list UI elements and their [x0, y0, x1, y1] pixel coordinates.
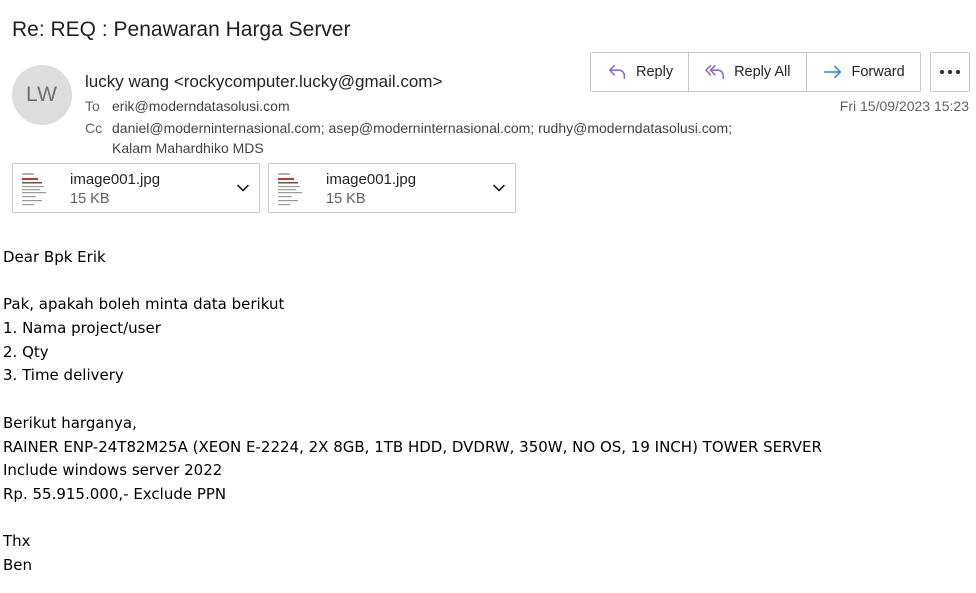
reply-icon [608, 64, 626, 80]
body-line: Thx [3, 532, 31, 551]
attachment-card[interactable]: image001.jpg 15 KB [268, 163, 516, 213]
body-line: 3. Time delivery [3, 366, 124, 385]
body-line: Rp. 55.915.000,- Exclude PPN [3, 484, 227, 503]
more-actions-button[interactable] [930, 52, 970, 92]
body-line: 2. Qty [3, 342, 49, 361]
chevron-down-icon[interactable] [492, 181, 506, 195]
chevron-down-icon[interactable] [236, 181, 250, 195]
sender-avatar[interactable]: LW [12, 65, 72, 125]
attachment-size: 15 KB [70, 191, 110, 207]
body-line: 1. Nama project/user [3, 319, 161, 338]
forward-button[interactable]: Forward [805, 53, 920, 91]
reply-all-label: Reply All [734, 64, 791, 80]
ellipsis-icon [940, 70, 960, 74]
body-line: Ben [3, 555, 33, 574]
to-label: To [85, 98, 100, 114]
cc-label: Cc [85, 120, 103, 136]
body-line: Include windows server 2022 [3, 461, 223, 480]
reply-label: Reply [636, 64, 674, 80]
body-line [3, 388, 822, 412]
attachment-thumbnail [274, 169, 318, 209]
attachment-name: image001.jpg [326, 171, 417, 188]
sender-address[interactable]: lucky wang <rockycomputer.lucky@gmail.co… [85, 72, 442, 92]
reply-all-icon [705, 64, 725, 80]
forward-label: Forward [851, 64, 905, 80]
attachment-thumbnail [18, 169, 62, 209]
cc-recipients-continued[interactable]: Kalam Mahardhiko MDS [112, 140, 264, 156]
reply-actions-group: Reply Reply All Forward [590, 52, 921, 92]
attachment-size: 15 KB [326, 191, 366, 207]
body-line: Pak, apakah boleh minta data berikut [3, 295, 285, 314]
body-line: RAINER ENP-24T82M25A (XEON E-2224, 2X 8G… [3, 437, 822, 456]
forward-icon [823, 65, 841, 79]
body-line: Dear Bpk Erik [3, 248, 106, 266]
image-preview-icon [18, 169, 62, 209]
to-recipients[interactable]: erik@moderndatasolusi.com [112, 98, 290, 114]
image-preview-icon [274, 169, 318, 209]
sent-date: Fri 15/09/2023 15:23 [839, 98, 969, 114]
body-line [3, 270, 822, 294]
message-body: Dear Bpk Erik Pak, apakah boleh minta da… [3, 246, 822, 578]
attachment-name: image001.jpg [70, 171, 161, 188]
attachment-card[interactable]: image001.jpg 15 KB [12, 163, 260, 213]
body-line: Berikut harganya, [3, 413, 137, 432]
body-line [3, 507, 822, 531]
cc-recipients[interactable]: daniel@moderninternasional.com; asep@mod… [112, 120, 732, 136]
email-subject: Re: REQ : Penawaran Harga Server [12, 18, 351, 41]
reply-button[interactable]: Reply [591, 53, 689, 91]
reply-all-button[interactable]: Reply All [688, 53, 806, 91]
